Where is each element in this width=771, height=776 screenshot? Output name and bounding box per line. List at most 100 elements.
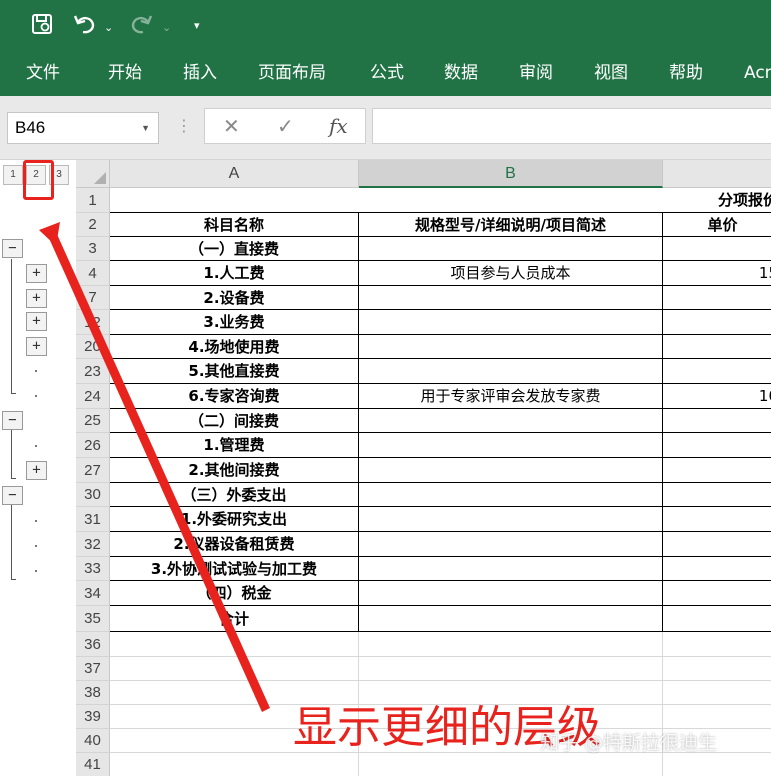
tab-home[interactable]: 开始 [108,62,142,84]
row-header[interactable]: 40 [76,729,110,753]
cell-c[interactable]: 单价 [663,213,771,237]
tab-help[interactable]: 帮助 [669,62,703,84]
cell-b[interactable] [359,753,663,776]
expand-group-button[interactable]: + [26,264,47,283]
cell-c[interactable] [663,532,771,557]
cell-c[interactable] [663,483,771,507]
cell-b[interactable]: 规格型号/详细说明/项目简述 [359,213,663,237]
cell-a[interactable]: （一）直接费 [110,237,359,261]
row-header[interactable]: 27 [76,458,110,483]
undo-icon[interactable] [72,12,98,41]
cell-a[interactable]: 科目名称 [110,213,359,237]
cell-a[interactable] [110,753,359,776]
tab-acrobat[interactable]: Acr [744,62,771,84]
cell-b[interactable] [359,286,663,310]
row-header[interactable]: 25 [76,409,110,433]
cell-c[interactable] [663,286,771,310]
cell-a[interactable]: 2.其他间接费 [110,458,359,483]
cell-b[interactable] [359,237,663,261]
cell-a[interactable]: 2.仪器设备租赁费 [110,532,359,557]
cell-b[interactable] [359,188,663,213]
tab-page-layout[interactable]: 页面布局 [258,62,326,84]
cell-c[interactable] [663,581,771,606]
cell-a[interactable]: 1.人工费 [110,261,359,286]
row-header[interactable]: 32 [76,532,110,557]
cell-a[interactable]: 3.业务费 [110,310,359,335]
row-header[interactable]: 12 [76,310,110,335]
cell-a[interactable]: 1.外委研究支出 [110,507,359,532]
row-header[interactable]: 33 [76,557,110,581]
cell-a[interactable] [110,657,359,681]
cell-b[interactable] [359,581,663,606]
cell-a[interactable]: 2.设备费 [110,286,359,310]
cell-c[interactable] [663,310,771,335]
cell-a[interactable]: 1.管理费 [110,433,359,458]
enter-icon[interactable]: ✓ [277,113,294,139]
redo-icon[interactable] [128,12,154,41]
row-header[interactable]: 34 [76,581,110,606]
row-header[interactable]: 1 [76,188,110,213]
row-header[interactable]: 2 [76,213,110,237]
cell-a[interactable]: 6.专家咨询费 [110,384,359,409]
cell-c[interactable] [663,359,771,384]
collapse-group-button[interactable]: − [2,239,23,258]
cell-c[interactable]: 15 [663,261,771,286]
cell-c[interactable] [663,409,771,433]
cell-a[interactable]: 3.外协测试试验与加工费 [110,557,359,581]
customize-qat-icon[interactable]: ▾ [194,14,200,38]
cell-c[interactable]: 分项报价 [663,188,771,213]
row-header[interactable]: 37 [76,657,110,681]
cell-c[interactable] [663,753,771,776]
cell-c[interactable] [663,335,771,359]
tab-view[interactable]: 视图 [594,62,628,84]
save-icon[interactable] [30,12,54,41]
cell-b[interactable] [359,507,663,532]
cell-c[interactable] [663,458,771,483]
cell-b[interactable]: 项目参与人员成本 [359,261,663,286]
column-header-a[interactable]: A [110,160,359,188]
collapse-group-button[interactable]: − [2,411,23,430]
cell-c[interactable] [663,237,771,261]
cell-a[interactable]: 4.场地使用费 [110,335,359,359]
formula-input[interactable] [372,108,771,144]
undo-dropdown-icon[interactable]: ⌄ [104,16,113,40]
cell-a[interactable] [110,188,359,213]
tab-review[interactable]: 审阅 [519,62,553,84]
cell-b[interactable] [359,359,663,384]
cell-c[interactable] [663,557,771,581]
row-header[interactable]: 20 [76,335,110,359]
cell-a[interactable] [110,632,359,657]
row-header[interactable]: 41 [76,753,110,776]
row-header[interactable]: 35 [76,606,110,632]
cell-a[interactable]: 合计 [110,606,359,632]
cell-c[interactable] [663,433,771,458]
cell-c[interactable]: 10 [663,384,771,409]
row-header[interactable]: 7 [76,286,110,310]
cell-b[interactable]: 用于专家评审会发放专家费 [359,384,663,409]
cell-b[interactable] [359,532,663,557]
row-header[interactable]: 24 [76,384,110,409]
name-box[interactable]: B46 ▼ [7,112,159,144]
cell-c[interactable] [663,507,771,532]
row-header[interactable]: 30 [76,483,110,507]
tab-insert[interactable]: 插入 [183,62,217,84]
column-header-c[interactable] [663,160,771,188]
cell-c[interactable] [663,606,771,632]
expand-group-button[interactable]: + [26,461,47,480]
expand-group-button[interactable]: + [26,312,47,331]
cell-c[interactable] [663,657,771,681]
tab-formulas[interactable]: 公式 [370,62,404,84]
select-all-button[interactable] [76,160,110,188]
cell-b[interactable] [359,458,663,483]
outline-level-1-button[interactable]: 1 [3,165,23,185]
cell-a[interactable]: （四）税金 [110,581,359,606]
cell-c[interactable] [663,705,771,729]
row-header[interactable]: 3 [76,237,110,261]
cell-a[interactable]: （三）外委支出 [110,483,359,507]
row-header[interactable]: 4 [76,261,110,286]
row-header[interactable]: 31 [76,507,110,532]
expand-group-button[interactable]: + [26,289,47,308]
cell-c[interactable] [663,632,771,657]
row-header[interactable]: 38 [76,681,110,705]
cell-c[interactable] [663,681,771,705]
